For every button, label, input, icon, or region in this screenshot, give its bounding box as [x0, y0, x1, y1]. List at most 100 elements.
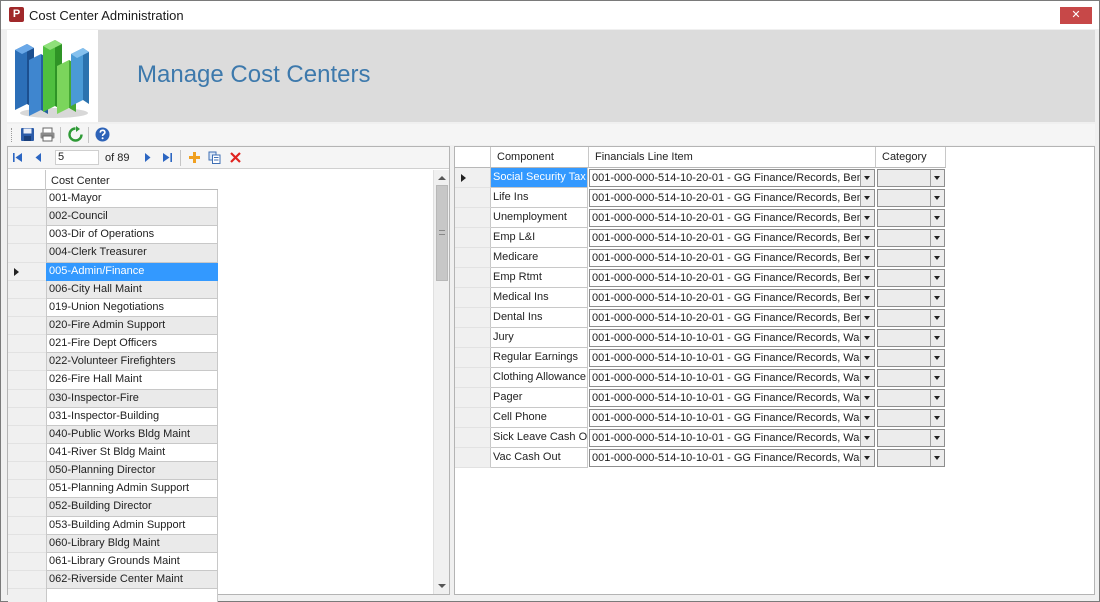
row-selector[interactable]	[455, 308, 491, 328]
component-cell[interactable]: Life Ins	[491, 188, 588, 208]
category-dropdown-button[interactable]	[930, 190, 944, 206]
row-selector[interactable]	[8, 498, 46, 517]
row-selector[interactable]	[8, 208, 46, 227]
line-item-dropdown-button[interactable]	[860, 330, 874, 346]
component-row[interactable]: Sick Leave Cash Out 001-000-000-514-10-10…	[455, 428, 946, 448]
last-record-icon[interactable]	[161, 151, 174, 164]
component-column-header[interactable]: Component	[491, 147, 589, 168]
scroll-thumb[interactable]	[436, 185, 448, 281]
component-row[interactable]: Unemployment 001-000-000-514-10-20-01 - G…	[455, 208, 946, 228]
line-item-dropdown[interactable]: 001-000-000-514-10-10-01 - GG Finance/Re…	[589, 409, 875, 427]
cost-center-row[interactable]: 002-Council	[8, 208, 218, 227]
component-cell[interactable]: Pager	[491, 388, 588, 408]
row-selector[interactable]	[8, 552, 46, 571]
record-position-input[interactable]: 5	[55, 150, 99, 165]
line-item-dropdown-button[interactable]	[860, 310, 874, 326]
component-row[interactable]: Emp L&I 001-000-000-514-10-20-01 - GG Fin…	[455, 228, 946, 248]
component-cell[interactable]: Unemployment	[491, 208, 588, 228]
cost-center-row[interactable]: 001-Mayor	[8, 190, 218, 209]
component-cell[interactable]: Cell Phone	[491, 408, 588, 428]
row-selector[interactable]	[8, 262, 46, 281]
row-selector[interactable]	[455, 448, 491, 468]
component-cell[interactable]: Regular Earnings	[491, 348, 588, 368]
category-dropdown-button[interactable]	[930, 450, 944, 466]
line-item-dropdown-button[interactable]	[860, 170, 874, 186]
cost-center-name-cell[interactable]: 022-Volunteer Firefighters	[46, 353, 218, 372]
row-selector[interactable]	[455, 348, 491, 368]
category-column-header[interactable]: Category	[876, 147, 946, 168]
cost-center-name-cell[interactable]: 053-Building Admin Support	[46, 516, 218, 535]
category-dropdown-button[interactable]	[930, 290, 944, 306]
cost-center-name-cell[interactable]: 002-Council	[46, 208, 218, 227]
cost-center-row[interactable]: 019-Union Negotiations	[8, 298, 218, 317]
line-item-dropdown-button[interactable]	[860, 250, 874, 266]
cost-center-row[interactable]: 050-Planning Director	[8, 462, 218, 481]
component-cell[interactable]: Dental Ins	[491, 308, 588, 328]
line-item-dropdown[interactable]: 001-000-000-514-10-20-01 - GG Finance/Re…	[589, 169, 875, 187]
component-cell[interactable]: Medicare	[491, 248, 588, 268]
component-row[interactable]: Clothing Allowance 001-000-000-514-10-10-…	[455, 368, 946, 388]
cost-center-name-cell[interactable]: 050-Planning Director	[46, 462, 218, 481]
category-dropdown-button[interactable]	[930, 370, 944, 386]
row-selector[interactable]	[8, 516, 46, 535]
cost-center-name-cell[interactable]: 041-River St Bldg Maint	[46, 443, 218, 463]
cost-center-name-cell[interactable]	[46, 589, 218, 602]
row-selector[interactable]	[455, 168, 491, 188]
row-selector[interactable]	[8, 534, 46, 553]
row-selector[interactable]	[455, 428, 491, 448]
line-item-dropdown[interactable]: 001-000-000-514-10-20-01 - GG Finance/Re…	[589, 229, 875, 247]
row-selector[interactable]	[8, 570, 46, 590]
row-selector[interactable]	[8, 371, 46, 390]
cost-center-row[interactable]: 060-Library Bldg Maint	[8, 534, 218, 553]
cost-center-row[interactable]: 026-Fire Hall Maint	[8, 371, 218, 390]
component-cell[interactable]: Jury	[491, 328, 588, 348]
component-cell[interactable]: Sick Leave Cash Out	[491, 428, 588, 448]
cost-center-row[interactable]: 030-Inspector-Fire	[8, 389, 218, 408]
cost-center-row[interactable]: 003-Dir of Operations	[8, 226, 218, 245]
row-selector[interactable]	[8, 298, 46, 317]
cost-center-name-cell[interactable]: 020-Fire Admin Support	[46, 316, 218, 336]
row-selector[interactable]	[8, 589, 46, 602]
cost-center-name-cell[interactable]: 006-City Hall Maint	[46, 280, 218, 299]
cost-center-name-cell[interactable]: 052-Building Director	[46, 498, 218, 517]
line-item-dropdown[interactable]: 001-000-000-514-10-20-01 - GG Finance/Re…	[589, 269, 875, 287]
row-selector[interactable]	[455, 268, 491, 288]
cost-center-row[interactable]: 052-Building Director	[8, 498, 218, 517]
cost-center-row[interactable]: 006-City Hall Maint	[8, 280, 218, 299]
row-selector[interactable]	[8, 480, 46, 499]
cost-center-name-cell[interactable]: 061-Library Grounds Maint	[46, 552, 218, 571]
row-selector[interactable]	[8, 226, 46, 245]
line-item-dropdown[interactable]: 001-000-000-514-10-10-01 - GG Finance/Re…	[589, 449, 875, 467]
cost-center-row[interactable]: 004-Clerk Treasurer	[8, 244, 218, 263]
category-dropdown-button[interactable]	[930, 430, 944, 446]
component-row[interactable]: Regular Earnings 001-000-000-514-10-10-01…	[455, 348, 946, 368]
line-item-dropdown[interactable]: 001-000-000-514-10-10-01 - GG Finance/Re…	[589, 369, 875, 387]
category-dropdown-button[interactable]	[930, 310, 944, 326]
line-item-dropdown[interactable]: 001-000-000-514-10-20-01 - GG Finance/Re…	[589, 289, 875, 307]
cost-center-name-cell[interactable]: 060-Library Bldg Maint	[46, 534, 218, 553]
line-item-dropdown-button[interactable]	[860, 290, 874, 306]
row-selector[interactable]	[8, 425, 46, 444]
component-cell[interactable]: Medical Ins	[491, 288, 588, 308]
cost-center-name-cell[interactable]: 051-Planning Admin Support	[46, 480, 218, 499]
category-dropdown-button[interactable]	[930, 170, 944, 186]
cost-center-row[interactable]: 020-Fire Admin Support	[8, 316, 218, 336]
add-record-icon[interactable]	[188, 151, 201, 164]
component-row[interactable]: Medical Ins 001-000-000-514-10-20-01 - GG…	[455, 288, 946, 308]
category-dropdown-button[interactable]	[930, 390, 944, 406]
line-item-dropdown-button[interactable]	[860, 450, 874, 466]
cost-center-row[interactable]	[8, 589, 218, 602]
category-dropdown-button[interactable]	[930, 350, 944, 366]
component-cell[interactable]: Social Security Tax	[491, 168, 588, 188]
row-selector[interactable]	[455, 228, 491, 248]
row-selector[interactable]	[8, 407, 46, 426]
financials-line-item-column-header[interactable]: Financials Line Item	[589, 147, 876, 168]
component-row[interactable]: Vac Cash Out 001-000-000-514-10-10-01 - G…	[455, 448, 946, 468]
toolbar-grip[interactable]	[11, 128, 13, 142]
copy-record-icon[interactable]	[208, 151, 221, 164]
component-row[interactable]: Dental Ins 001-000-000-514-10-20-01 - GG …	[455, 308, 946, 328]
cost-center-row[interactable]: 040-Public Works Bldg Maint	[8, 425, 218, 444]
cost-center-name-cell[interactable]: 031-Inspector-Building	[46, 407, 218, 426]
row-selector[interactable]	[455, 188, 491, 208]
cost-center-row[interactable]: 022-Volunteer Firefighters	[8, 353, 218, 372]
